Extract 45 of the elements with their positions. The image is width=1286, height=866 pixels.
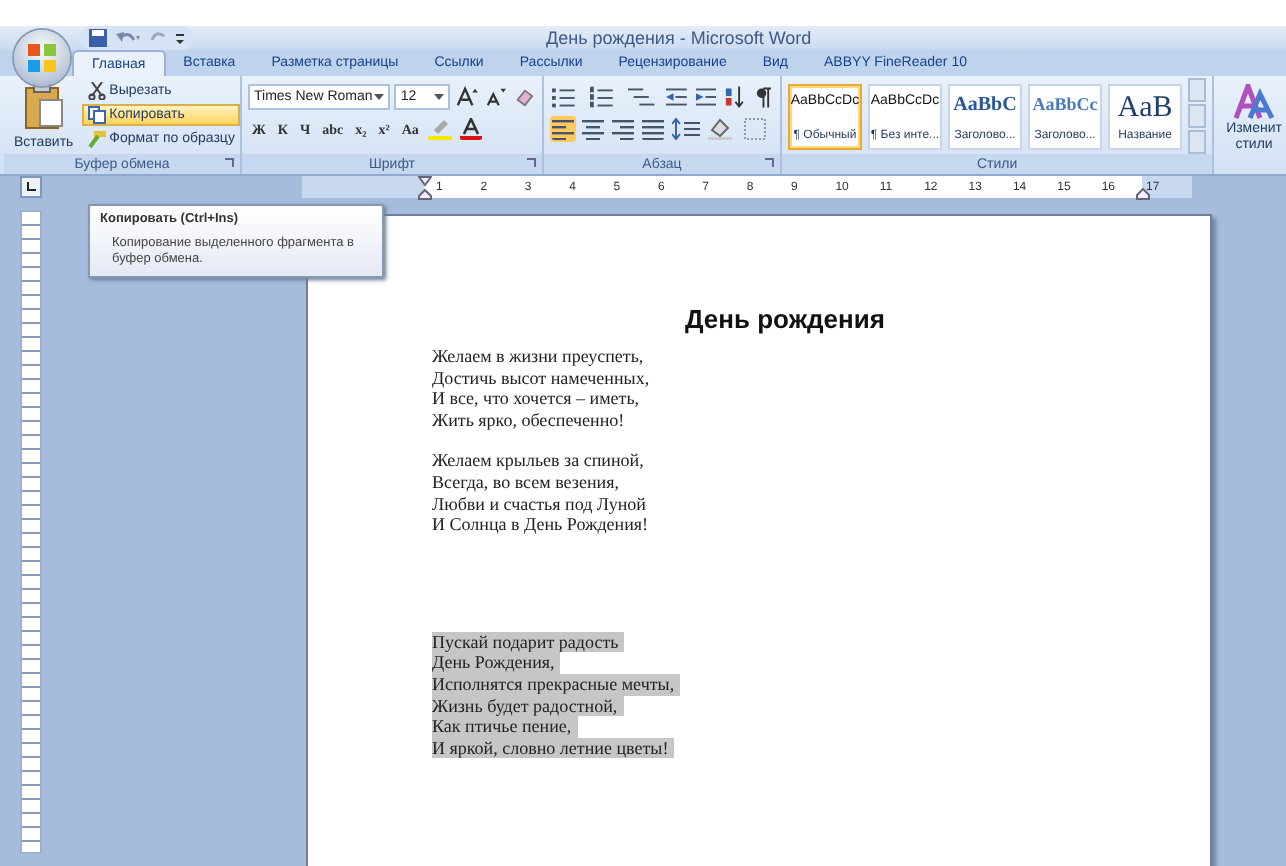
eraser-icon[interactable] <box>512 84 536 110</box>
sort-icon[interactable] <box>722 84 748 110</box>
poem-line: Желаем в жизни преуспеть, <box>432 346 646 368</box>
justify-icon[interactable] <box>640 116 666 142</box>
poem-line: Желаем крыльев за спиной, <box>432 450 646 472</box>
customize-icon[interactable] <box>174 28 186 48</box>
style-preview: AaB <box>1117 93 1173 121</box>
poem-line: И Солнца в День Рождения! <box>432 514 651 536</box>
align-left-icon[interactable] <box>550 116 576 142</box>
dropdown-icon <box>374 94 385 100</box>
poem-line: Достичь высот намеченных, <box>432 367 652 389</box>
pilcrow-icon[interactable] <box>751 84 774 110</box>
align-right-icon[interactable] <box>610 116 636 142</box>
vertical-ruler[interactable] <box>20 210 42 854</box>
tab-stop-selector[interactable] <box>20 176 42 198</box>
decrease-indent-icon[interactable] <box>664 84 690 110</box>
shrink-font-icon[interactable] <box>484 84 509 110</box>
font-color-icon[interactable] <box>458 116 485 142</box>
launcher-icon[interactable] <box>526 158 536 168</box>
poem-line: Всегда, во всем везения, <box>432 471 621 494</box>
launcher-icon[interactable] <box>764 158 774 168</box>
letter-a-icon <box>1234 84 1275 120</box>
scissors-icon <box>87 82 106 100</box>
style-preview: AaBbC <box>953 93 1017 115</box>
poem-line: Жить ярко, обеспеченно! <box>432 409 627 431</box>
clipboard-icon <box>23 82 64 130</box>
document-title: День рождения <box>683 304 887 334</box>
launcher-icon[interactable] <box>224 158 234 168</box>
align-center-icon[interactable] <box>580 116 606 142</box>
left-tab-icon <box>26 182 36 192</box>
gallery-scrollbar[interactable] <box>1188 78 1206 154</box>
shading-icon[interactable] <box>706 116 738 142</box>
copy-icon <box>87 106 106 124</box>
poem-line: Любви и счастья под Луной <box>432 493 648 515</box>
indent-marker-icon[interactable] <box>418 176 432 200</box>
increase-indent-icon[interactable] <box>693 84 719 110</box>
save-icon[interactable] <box>88 28 108 48</box>
poem-line: И все, что хочется – иметь, <box>432 388 642 410</box>
brush-icon <box>87 130 106 148</box>
style-preview: AaBbCc <box>1032 93 1098 113</box>
dropdown-icon <box>434 94 445 100</box>
line-spacing-icon[interactable] <box>670 116 702 142</box>
office-logo-icon <box>26 42 58 74</box>
window-title: День рождения - Microsoft Word <box>546 28 812 48</box>
grow-font-icon[interactable] <box>454 84 481 110</box>
